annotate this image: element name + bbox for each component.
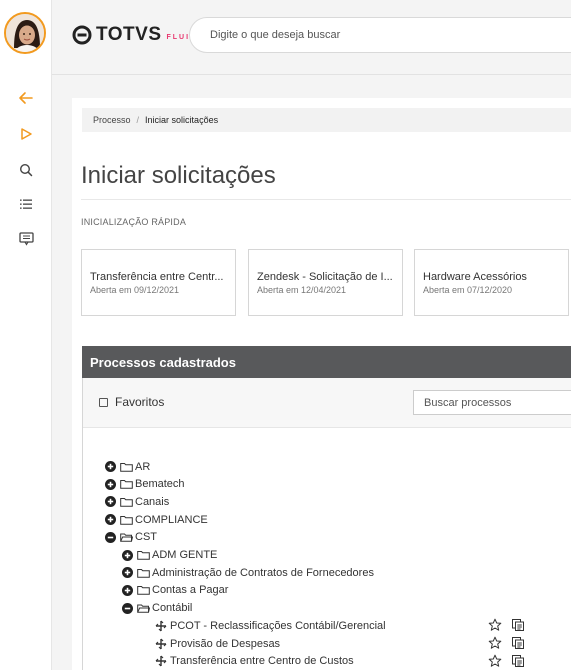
quick-start-card-title: Zendesk - Solicitação de I... — [257, 271, 393, 283]
process-search-input[interactable] — [414, 391, 571, 414]
messages-button[interactable] — [0, 227, 52, 251]
start-process-button[interactable] — [0, 122, 52, 146]
folder-icon — [120, 480, 133, 489]
expand-icon[interactable] — [105, 461, 116, 472]
arrow-left-icon — [19, 92, 33, 104]
tree-folder-row[interactable]: COMPLIANCE — [105, 511, 208, 528]
favorites-filter[interactable]: Favoritos — [99, 395, 164, 409]
registered-processes-header: Processos cadastrados — [82, 346, 571, 378]
tree-item-label: ADM GENTE — [152, 549, 218, 561]
tree-item-label: COMPLIANCE — [135, 513, 208, 526]
play-icon — [21, 128, 32, 140]
tree-folder-row[interactable]: ADM GENTE — [122, 547, 217, 564]
breadcrumb-current: Iniciar solicitações — [145, 115, 219, 125]
quick-start-card[interactable]: Zendesk - Solicitação de I... Aberta em … — [248, 249, 403, 316]
processes-toolbar: Favoritos — [83, 378, 571, 428]
breadcrumb: Processo / Iniciar solicitações — [82, 108, 571, 132]
process-icon — [155, 655, 167, 667]
quick-start-card-date: Aberta em 09/12/2021 — [90, 285, 180, 295]
registered-processes-panel: Favoritos AR Bematech Canais COMPLIANCE CST A… — [82, 378, 571, 670]
global-search-box[interactable] — [189, 17, 571, 53]
totvs-fluig-logo[interactable]: TOTVS FLUIG — [72, 24, 198, 46]
tree-item-label: Contas a Pagar — [152, 584, 229, 597]
tree-item-label: PCOT - Reclassificações Contábil/Gerenci… — [170, 619, 386, 632]
folder-open-icon — [137, 604, 150, 613]
favorite-star-icon[interactable] — [488, 636, 502, 650]
expand-icon[interactable] — [122, 584, 133, 596]
copy-link-icon[interactable] — [511, 636, 525, 650]
folder-icon — [137, 568, 150, 578]
process-icon — [155, 638, 167, 649]
folder-icon — [120, 462, 133, 472]
user-avatar[interactable] — [4, 12, 46, 54]
quick-start-card[interactable]: Transferência entre Centr... Aberta em 0… — [81, 249, 236, 316]
favorite-star-icon[interactable] — [488, 618, 502, 632]
tree-folder-row[interactable]: CST — [105, 529, 157, 546]
top-header: TOTVS FLUIG — [52, 0, 571, 75]
message-icon — [18, 232, 34, 246]
folder-icon — [120, 515, 133, 525]
folder-icon — [137, 551, 150, 560]
folder-open-icon — [120, 533, 133, 543]
tree-item-label: Transferência entre Centro de Custos — [170, 655, 354, 668]
page-title: Iniciar solicitações — [81, 162, 276, 189]
folder-icon — [120, 497, 133, 507]
task-list-button[interactable] — [0, 192, 52, 216]
quick-start-label: INICIALIZAÇÃO RÁPIDA — [81, 217, 187, 227]
copy-link-icon[interactable] — [511, 654, 525, 668]
expand-icon[interactable] — [105, 496, 116, 508]
tree-folder-row[interactable]: Administração de Contratos de Fornecedor… — [122, 564, 374, 581]
list-icon — [20, 199, 32, 209]
tree-process-row[interactable]: Provisão de Despesas — [155, 635, 280, 652]
totvs-logo-icon — [72, 25, 92, 45]
breadcrumb-root[interactable]: Processo — [93, 115, 131, 125]
quick-start-card-title: Transferência entre Centr... — [90, 271, 224, 283]
quick-start-card-date: Aberta em 07/12/2020 — [423, 285, 513, 295]
tree-item-label: Contábil — [152, 602, 193, 615]
process-icon — [155, 620, 167, 632]
quick-start-card-date: Aberta em 12/04/2021 — [257, 285, 347, 295]
quick-start-card-title: Hardware Acessórios — [423, 271, 527, 283]
logo-text: TOTVS — [96, 24, 162, 45]
left-navigation-rail — [0, 0, 52, 670]
folder-icon — [137, 586, 150, 596]
favorites-label: Favoritos — [115, 395, 165, 409]
copy-link-icon[interactable] — [511, 618, 525, 632]
expand-icon[interactable] — [122, 549, 133, 561]
tree-item-label: Bematech — [135, 478, 185, 491]
tree-folder-row[interactable]: AR — [105, 458, 150, 475]
process-search-box[interactable] — [413, 390, 571, 415]
search-button[interactable] — [0, 158, 52, 182]
tree-folder-row[interactable]: Contas a Pagar — [122, 582, 228, 599]
breadcrumb-separator: / — [136, 115, 140, 125]
tree-folder-row[interactable]: Bematech — [105, 476, 185, 493]
tree-process-row[interactable]: PCOT - Reclassificações Contábil/Gerenci… — [155, 617, 386, 634]
expand-icon[interactable] — [122, 567, 133, 579]
tree-folder-row[interactable]: Canais — [105, 493, 169, 510]
favorite-star-icon[interactable] — [488, 654, 502, 668]
quick-start-card[interactable]: Hardware Acessórios Aberta em 07/12/2020 — [414, 249, 569, 316]
tree-process-row[interactable]: Transferência entre Centro de Custos — [155, 653, 354, 670]
tree-folder-row[interactable]: Contábil — [122, 600, 192, 617]
tree-item-label: AR — [135, 460, 151, 473]
main-content: Processo / Iniciar solicitações Iniciar … — [72, 98, 571, 670]
back-button[interactable] — [0, 86, 52, 110]
tree-item-label: CST — [135, 531, 157, 544]
expand-icon[interactable] — [105, 478, 116, 490]
title-divider — [81, 199, 571, 200]
tree-item-label: Provisão de Despesas — [170, 637, 281, 650]
tree-item-label: Canais — [135, 495, 170, 508]
collapse-icon[interactable] — [122, 602, 133, 614]
collapse-icon[interactable] — [105, 531, 116, 543]
expand-icon[interactable] — [105, 514, 116, 526]
search-icon — [19, 163, 33, 177]
global-search-input[interactable] — [190, 18, 550, 52]
tree-item-label: Administração de Contratos de Fornecedor… — [152, 566, 374, 579]
favorites-checkbox[interactable] — [99, 397, 108, 407]
